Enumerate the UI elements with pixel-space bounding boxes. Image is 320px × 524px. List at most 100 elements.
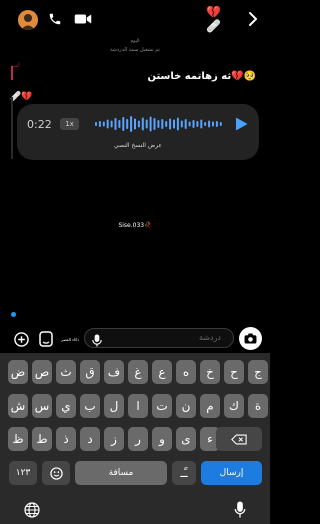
send-key[interactable]: إرسال <box>201 461 262 485</box>
globe-icon[interactable] <box>24 502 40 518</box>
thread-rail <box>11 97 13 159</box>
waveform-bar <box>95 122 97 126</box>
waveform-bar <box>169 118 172 130</box>
key[interactable]: ق <box>80 360 100 384</box>
waveform-bar <box>192 120 195 128</box>
waveform-bar <box>196 121 199 127</box>
emoji-key[interactable] <box>42 461 70 485</box>
waveform-bar <box>149 116 152 132</box>
waveform-bar <box>204 122 207 126</box>
waveform-bar <box>118 120 121 128</box>
keyboard: ضصثقفغعهخحج شسيبلاتنمكة ظطذدزروىء ١٢٣ مس… <box>0 353 270 524</box>
waveform-bar <box>134 118 136 130</box>
typing-indicator <box>11 312 16 317</box>
dictation-mic-icon[interactable] <box>234 501 246 519</box>
key[interactable]: ة <box>248 394 268 418</box>
system-note: تم تشغيل سمة الدردشة <box>110 47 160 53</box>
waveform-bar <box>137 120 140 128</box>
waveform-bar <box>141 117 144 131</box>
waveform-bar <box>188 121 191 127</box>
waveform-bar <box>212 121 214 127</box>
play-icon[interactable] <box>233 116 249 132</box>
input-placeholder: دردشة <box>199 333 221 342</box>
voice-message-bubble[interactable]: 0:22 1x عرض النسخ النصي <box>17 104 259 160</box>
key[interactable]: ذ <box>56 427 76 451</box>
key[interactable]: م <box>200 394 220 418</box>
key[interactable]: ت <box>152 394 172 418</box>
waveform-bar <box>130 116 133 132</box>
waveform-bar <box>219 122 222 126</box>
waveform-bar <box>184 119 187 129</box>
ai-sticker-label: ذكاء العصر <box>61 336 79 342</box>
back-chevron-icon[interactable] <box>246 10 260 28</box>
avatar-icon <box>18 10 38 30</box>
key[interactable]: س <box>32 394 52 418</box>
waveform[interactable] <box>93 113 223 135</box>
sticker-icon[interactable] <box>38 330 54 348</box>
key[interactable]: ل <box>104 394 124 418</box>
waveform-bar <box>145 119 148 129</box>
waveform-bar <box>122 117 125 131</box>
key[interactable]: ج <box>248 360 268 384</box>
key[interactable]: ب <box>80 394 100 418</box>
avatar[interactable] <box>18 10 38 30</box>
waveform-bar <box>176 117 179 131</box>
waveform-bar <box>153 118 156 130</box>
voice-duration: 0:22 <box>27 118 52 131</box>
view-transcript-link[interactable]: عرض النسخ النصي <box>17 142 259 149</box>
waveform-bar <box>215 121 218 127</box>
heart-broken-icon: 💔🩹 <box>206 5 221 33</box>
chat-header: 💔🩹 <box>0 0 270 38</box>
key[interactable]: د <box>80 427 100 451</box>
key[interactable]: ح <box>224 360 244 384</box>
camera-button[interactable] <box>239 327 262 350</box>
key[interactable]: ى <box>176 427 196 451</box>
waveform-bar <box>157 120 160 128</box>
reply-emoji: 🩹💔 <box>10 92 33 102</box>
key[interactable]: ز <box>104 427 124 451</box>
key[interactable]: ث <box>56 360 76 384</box>
waveform-bar <box>173 119 175 129</box>
waveform-bar <box>208 120 211 128</box>
add-icon[interactable] <box>13 331 29 347</box>
key[interactable]: ي <box>56 394 76 418</box>
key[interactable]: ر <box>128 427 148 451</box>
emoji-icon <box>49 466 63 480</box>
waveform-bar <box>126 119 129 129</box>
message-input[interactable]: دردشة <box>84 328 234 348</box>
waveform-bar <box>114 118 117 130</box>
key[interactable]: ا <box>128 394 148 418</box>
video-icon[interactable] <box>74 12 92 26</box>
phone-icon[interactable] <box>48 11 62 27</box>
camera-icon <box>244 333 257 344</box>
microphone-icon[interactable] <box>91 332 103 347</box>
ai-sticker-button[interactable]: ذكاء العصر <box>60 330 80 348</box>
key[interactable]: ك <box>224 394 244 418</box>
backspace-icon <box>231 434 247 444</box>
key[interactable]: ع <box>152 360 172 384</box>
backspace-key[interactable] <box>216 427 262 451</box>
waveform-bar <box>161 119 164 129</box>
key[interactable]: ف <box>104 360 124 384</box>
you-label: أنت <box>12 63 20 69</box>
key[interactable]: ن <box>176 394 196 418</box>
numbers-key[interactable]: ١٢٣ <box>9 461 37 485</box>
key[interactable]: ط <box>32 427 52 451</box>
diacritics-key[interactable]: ـًـ <box>172 461 196 485</box>
key[interactable]: و <box>152 427 172 451</box>
waveform-bar <box>165 121 168 127</box>
key[interactable]: ض <box>8 360 28 384</box>
key[interactable]: غ <box>128 360 148 384</box>
waveform-bar <box>200 119 203 129</box>
key[interactable]: خ <box>200 360 220 384</box>
playback-speed-button[interactable]: 1x <box>60 118 79 130</box>
waveform-bar <box>110 120 113 128</box>
key[interactable]: ص <box>32 360 52 384</box>
key[interactable]: ظ <box>8 427 28 451</box>
waveform-bar <box>106 119 109 129</box>
key[interactable]: ش <box>8 394 28 418</box>
space-key[interactable]: مسافة <box>75 461 167 485</box>
key[interactable]: ه <box>176 360 196 384</box>
message-text[interactable]: ثه زهاتمه خاستن💔🥺 <box>147 71 256 82</box>
waveform-bar <box>98 121 101 127</box>
